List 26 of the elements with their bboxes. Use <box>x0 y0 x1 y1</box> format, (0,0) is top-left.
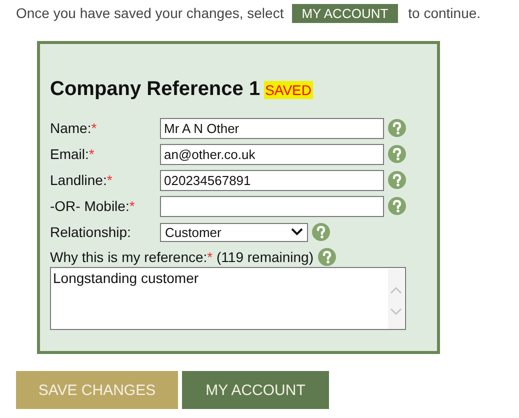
field-label: Landline:* <box>50 172 114 188</box>
input-field[interactable]: 020234567891 <box>160 170 384 190</box>
help-icon[interactable] <box>388 171 406 189</box>
help-icon[interactable] <box>388 145 406 163</box>
input-field[interactable]: an@other.co.uk <box>160 144 384 164</box>
scrollbar[interactable] <box>388 269 404 329</box>
field-label: Relationship: <box>50 224 132 240</box>
input-field[interactable]: Mr A N Other <box>160 118 384 138</box>
dropdown[interactable]: Customer <box>160 222 308 242</box>
intro-text: Once you have saved your changes, select <box>16 5 284 21</box>
help-icon[interactable] <box>388 197 406 215</box>
help-icon[interactable] <box>312 223 330 241</box>
my-account-button[interactable]: MY ACCOUNT <box>182 371 329 409</box>
intro-text: to continue. <box>408 5 481 21</box>
chevron-icon <box>291 228 303 236</box>
help-icon[interactable] <box>318 248 336 266</box>
saved-badge: SAVED <box>264 81 313 99</box>
my-account-button[interactable]: MY ACCOUNT <box>292 4 398 22</box>
input-field[interactable] <box>160 196 384 216</box>
form-title: Company Reference 1 <box>50 78 260 101</box>
field-label: Name:* <box>50 120 98 136</box>
text-area[interactable]: Longstanding customer <box>50 267 406 330</box>
field-label: Email:* <box>50 146 96 162</box>
field-label: Why this is my reference:* (119 remaining) <box>50 249 314 265</box>
help-icon[interactable] <box>388 119 406 137</box>
field-label: -OR- Mobile:* <box>50 198 136 214</box>
